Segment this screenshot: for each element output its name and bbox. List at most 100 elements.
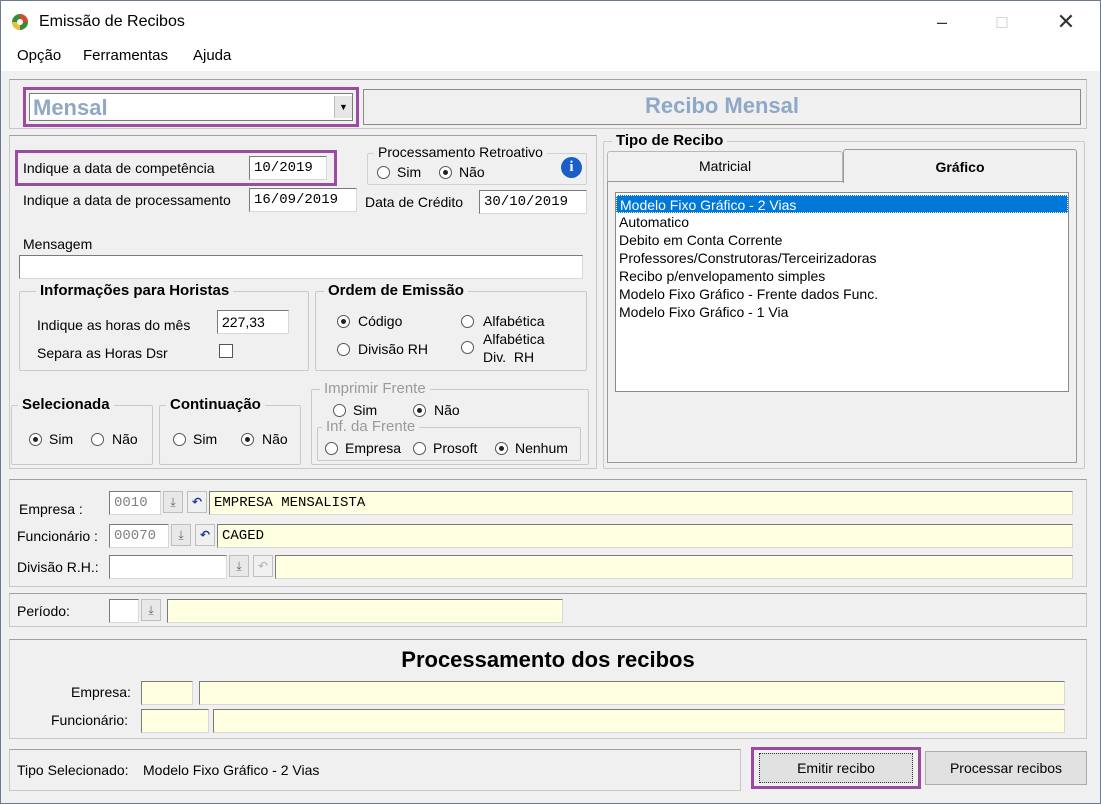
ordem-alfabetica-radio[interactable] — [461, 315, 474, 328]
ordem-alfabetica-label: Alfabética — [483, 313, 545, 329]
recibo-list-item[interactable]: Debito em Conta Corrente — [616, 231, 1068, 249]
horas-label: Indique as horas do mês — [37, 317, 191, 333]
imprimir-nao-radio[interactable] — [413, 404, 426, 417]
imprimir-sim-label: Sim — [353, 402, 378, 418]
funcionario-label: Funcionário : — [17, 528, 98, 544]
divisao-download-icon[interactable]: ⤓ — [229, 555, 249, 577]
mensagem-label: Mensagem — [23, 236, 93, 252]
continuacao-nao-radio[interactable] — [241, 433, 254, 446]
funcionario-download-icon[interactable]: ⤓ — [171, 524, 191, 546]
divisao-name-input[interactable] — [275, 555, 1073, 579]
menu-ferramentas[interactable]: Ferramentas — [83, 47, 168, 64]
tab-matricial-label: Matricial — [698, 158, 752, 174]
main-window: Emissão de Recibos – □ ✕ Opção Ferrament… — [0, 0, 1101, 804]
minimize-icon[interactable]: – — [931, 11, 953, 33]
ordem-alfa-div-radio[interactable] — [461, 341, 474, 354]
tab-grafico[interactable]: Gráfico — [843, 149, 1077, 183]
tab-grafico-label: Gráfico — [935, 159, 985, 175]
proc-empresa-code — [141, 681, 193, 705]
proc-funcionario-code — [141, 709, 209, 733]
retroativo-title: Processamento Retroativo — [374, 144, 547, 160]
divisao-label: Divisão R.H.: — [17, 559, 99, 575]
inf-nenhum-radio[interactable] — [495, 442, 508, 455]
maximize-icon[interactable]: □ — [991, 11, 1013, 33]
divisao-code-input[interactable] — [109, 555, 227, 579]
horistas-title: Informações para Horistas — [36, 282, 234, 299]
selecionada-nao-radio[interactable] — [91, 433, 104, 446]
recibo-list-item[interactable]: Automatico — [616, 213, 1068, 231]
proc-funcionario-name — [213, 709, 1065, 733]
retroativo-nao-radio[interactable] — [439, 166, 452, 179]
title-bar: Emissão de Recibos – □ ✕ — [1, 1, 1100, 41]
processamento-label: Indique a data de processamento — [23, 192, 231, 208]
proc-empresa-label: Empresa: — [71, 684, 131, 700]
continuacao-sim-radio[interactable] — [173, 433, 186, 446]
selecionada-title: Selecionada — [18, 396, 114, 413]
competencia-highlight — [15, 150, 337, 186]
horas-input[interactable]: 227,33 — [217, 310, 289, 334]
selecionada-sim-radio[interactable] — [29, 433, 42, 446]
recibo-listbox[interactable]: Modelo Fixo Gráfico - 2 Vias Automatico De… — [615, 192, 1069, 392]
empresa-download-icon[interactable]: ⤓ — [163, 491, 183, 513]
periodo-name-input[interactable] — [167, 599, 563, 623]
retroativo-sim-label: Sim — [397, 164, 422, 180]
imprimir-nao-label: Não — [434, 402, 460, 418]
empresa-label: Empresa : — [19, 501, 83, 517]
ordem-codigo-radio[interactable] — [337, 315, 350, 328]
recibo-list-item[interactable]: Professores/Construtoras/Terceirizadoras — [616, 249, 1068, 267]
inf-nenhum-label: Nenhum — [515, 440, 568, 456]
menu-ajuda[interactable]: Ajuda — [193, 47, 231, 64]
separa-dsr-checkbox[interactable] — [219, 344, 233, 358]
credito-label: Data de Crédito — [365, 194, 464, 210]
recibo-list-item[interactable]: Modelo Fixo Gráfico - Frente dados Func. — [616, 285, 1068, 303]
proc-empresa-name — [199, 681, 1065, 705]
tab-matricial[interactable]: Matricial — [607, 151, 843, 181]
continuacao-nao-label: Não — [262, 431, 288, 447]
menu-bar: Opção Ferramentas Ajuda — [1, 41, 1100, 71]
banner-box: Recibo Mensal — [363, 89, 1081, 125]
inf-prosoft-label: Prosoft — [433, 440, 478, 456]
empresa-code-input[interactable]: 0010 — [109, 491, 161, 515]
continuacao-title: Continuação — [166, 396, 265, 413]
recibo-list-item[interactable]: Modelo Fixo Gráfico - 1 Via — [616, 303, 1068, 321]
emitir-highlight — [751, 747, 921, 789]
processamento-input[interactable]: 16/09/2019 — [249, 188, 357, 212]
divisao-undo-icon[interactable]: ↶ — [253, 555, 273, 577]
banner-title: Recibo Mensal — [644, 93, 800, 118]
ordem-divisao-radio[interactable] — [337, 343, 350, 356]
recibo-list-item[interactable]: Recibo p/envelopamento simples — [616, 267, 1068, 285]
inf-empresa-label: Empresa — [345, 440, 402, 456]
ordem-alfa-div-label-1: Alfabética — [483, 331, 545, 347]
imprimir-sim-radio[interactable] — [333, 404, 346, 417]
window-title: Emissão de Recibos — [39, 13, 185, 30]
retroativo-sim-radio[interactable] — [377, 166, 390, 179]
tipo-selecionado-label: Tipo Selecionado: — [17, 762, 129, 778]
periodo-download-icon[interactable]: ⤓ — [141, 599, 161, 621]
close-icon[interactable]: ✕ — [1055, 11, 1077, 33]
funcionario-code-input[interactable]: 00070 — [109, 524, 169, 548]
processamento-title: Processamento dos recibos — [401, 647, 695, 672]
funcionario-undo-icon[interactable]: ↶ — [195, 524, 215, 546]
mensagem-input[interactable] — [19, 255, 583, 279]
tipo-selecionado-value: Modelo Fixo Gráfico - 2 Vias — [143, 762, 320, 778]
imprimir-frente-title: Imprimir Frente — [320, 380, 430, 397]
info-icon[interactable]: i — [561, 157, 582, 178]
funcionario-name-input[interactable]: CAGED — [217, 524, 1073, 548]
inf-empresa-radio[interactable] — [325, 442, 338, 455]
ordem-divisao-label: Divisão RH — [358, 341, 429, 357]
period-type-highlight — [23, 87, 359, 127]
credito-input[interactable]: 30/10/2019 — [479, 190, 587, 214]
selecionada-sim-label: Sim — [49, 431, 74, 447]
continuacao-sim-label: Sim — [193, 431, 218, 447]
proc-funcionario-label: Funcionário: — [51, 712, 129, 728]
empresa-name-input[interactable]: EMPRESA MENSALISTA — [209, 491, 1073, 515]
empresa-undo-icon[interactable]: ↶ — [187, 491, 207, 513]
inf-prosoft-radio[interactable] — [413, 442, 426, 455]
menu-opcao[interactable]: Opção — [17, 47, 61, 64]
processar-recibos-button[interactable]: Processar recibos — [925, 751, 1087, 785]
recibo-list-item[interactable]: Modelo Fixo Gráfico - 2 Vias — [616, 195, 1068, 213]
periodo-code-input[interactable] — [109, 599, 139, 623]
periodo-label: Período: — [17, 603, 70, 619]
selecionada-nao-label: Não — [112, 431, 138, 447]
inf-frente-title: Inf. da Frente — [322, 418, 420, 435]
